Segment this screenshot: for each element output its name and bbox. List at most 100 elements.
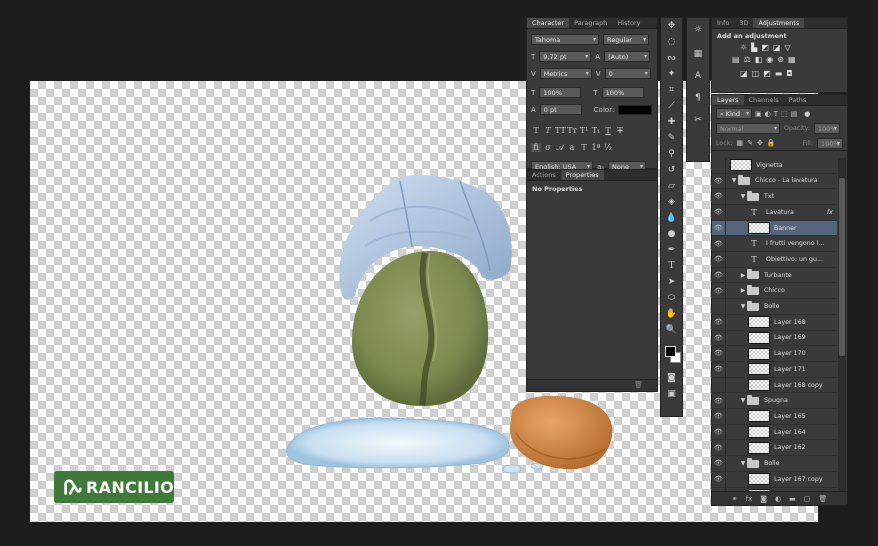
channel-mixer-icon[interactable]: ⊛ — [777, 55, 784, 64]
character-styles-icon[interactable]: A — [687, 68, 709, 84]
tool-presets-icon[interactable]: ✂ — [687, 112, 709, 128]
layer-row[interactable]: 👁 Layer 168 — [712, 315, 837, 331]
visibility-eye-icon[interactable]: 👁 — [712, 456, 726, 471]
hue-saturation-icon[interactable]: ▤ — [732, 55, 740, 64]
layer-row[interactable]: Layer 168 copy — [712, 377, 837, 394]
lock-image-icon[interactable]: ✎ — [747, 139, 753, 147]
all-caps-button[interactable]: TT — [555, 126, 566, 135]
strikethrough-button[interactable]: T — [615, 126, 625, 135]
collapsed-arrow-icon[interactable]: ▶ — [739, 272, 747, 279]
visibility-eye-icon[interactable]: 👁 — [712, 424, 726, 440]
visibility-eye-icon[interactable]: 👁 — [712, 173, 726, 189]
faux-bold-button[interactable]: T — [531, 126, 541, 135]
kerning-select[interactable]: Metrics — [539, 68, 592, 79]
old-style-button[interactable]: σ — [543, 143, 553, 152]
blur-tool-icon[interactable]: 💧 — [661, 210, 682, 226]
layer-row[interactable]: 👁 Layer 162 — [712, 440, 837, 457]
ordinals-button[interactable]: 1ª — [591, 143, 601, 152]
photo-filter-icon[interactable]: ◉ — [766, 55, 773, 64]
threshold-icon[interactable]: ◩ — [763, 69, 771, 78]
healing-brush-tool-icon[interactable]: ✚ — [661, 114, 682, 130]
screen-mode-icon[interactable]: ▣ — [661, 386, 682, 402]
layer-row[interactable]: 👁 Layer 165 — [712, 409, 837, 425]
marquee-tool-icon[interactable]: ◌ — [661, 34, 682, 50]
underline-button[interactable]: T — [603, 126, 613, 135]
paragraph-styles-icon[interactable]: ¶ — [687, 90, 709, 106]
ligatures-button[interactable]: fi — [531, 143, 541, 152]
visibility-eye-icon[interactable] — [712, 377, 726, 393]
pen-tool-icon[interactable]: ✒ — [661, 242, 682, 258]
lock-all-icon[interactable]: 🔒 — [767, 139, 776, 147]
visibility-eye-icon[interactable] — [712, 299, 726, 314]
posterize-icon[interactable]: ◫ — [752, 69, 760, 78]
add-mask-icon[interactable]: ◙ — [760, 495, 767, 503]
collapsed-arrow-icon[interactable]: ▶ — [739, 287, 747, 294]
layer-row[interactable]: 👁 T Lavatura fx — [712, 205, 837, 221]
tracking-select[interactable]: 0 — [604, 68, 651, 79]
visibility-eye-icon[interactable] — [712, 158, 726, 173]
expanded-arrow-icon[interactable]: ▼ — [739, 193, 747, 200]
layer-effects-icon[interactable]: fx — [827, 208, 833, 216]
trash-icon[interactable]: 🗑 — [634, 381, 643, 389]
layer-row[interactable]: 👁 Layer 170 — [712, 346, 837, 362]
brightness-icon[interactable]: ☼ — [687, 22, 709, 38]
paint-bucket-tool-icon[interactable]: ◈ — [661, 194, 682, 210]
visibility-eye-icon[interactable]: 👁 — [712, 346, 726, 361]
zoom-tool-icon[interactable]: 🔍 — [661, 322, 682, 338]
new-adjustment-icon[interactable]: ◐ — [775, 495, 781, 503]
move-tool-icon[interactable]: ✥ — [661, 18, 682, 34]
tab-paths[interactable]: Paths — [784, 95, 812, 105]
layer-row[interactable]: 👁 T I frutti vengono l... — [712, 236, 837, 253]
type-tool-icon[interactable]: T — [661, 258, 682, 274]
brush-tool-icon[interactable]: ✎ — [661, 130, 682, 146]
small-caps-button[interactable]: Tᴛ — [567, 126, 577, 135]
lasso-tool-icon[interactable]: ᔓ — [661, 50, 682, 66]
layer-group-row[interactable]: ▼ Bolle — [712, 299, 837, 315]
tab-properties[interactable]: Properties — [560, 170, 604, 180]
shape-tool-icon[interactable]: ⬭ — [661, 290, 682, 306]
tab-paragraph[interactable]: Paragraph — [569, 18, 612, 28]
visibility-eye-icon[interactable]: 👁 — [712, 472, 726, 487]
tab-3d[interactable]: 3D — [734, 18, 753, 28]
foreground-color-swatch[interactable] — [665, 346, 676, 357]
color-swatches[interactable] — [661, 342, 682, 370]
font-style-select[interactable]: Regular — [603, 34, 649, 45]
blend-mode-select[interactable]: Normal — [716, 123, 780, 134]
expanded-arrow-icon[interactable]: ▼ — [739, 460, 747, 467]
filter-type-icon[interactable]: T — [774, 110, 778, 118]
color-lookup-icon[interactable]: ▦ — [788, 55, 796, 64]
tab-adjustments[interactable]: Adjustments — [753, 18, 805, 28]
expanded-arrow-icon[interactable]: ▼ — [730, 177, 738, 184]
invert-icon[interactable]: ◪ — [740, 69, 748, 78]
superscript-button[interactable]: T¹ — [579, 126, 589, 135]
delete-layer-icon[interactable]: 🗑 — [818, 495, 827, 503]
image-panel-icon[interactable]: ▦ — [687, 46, 709, 62]
new-layer-icon[interactable]: ▢ — [804, 495, 811, 503]
tab-channels[interactable]: Channels — [744, 95, 784, 105]
layer-row[interactable]: 👁 T Obiettivo: un gu... — [712, 252, 837, 268]
layer-row[interactable]: 👁 Layer 169 — [712, 330, 837, 347]
visibility-eye-icon[interactable]: 👁 — [712, 252, 726, 267]
selective-color-icon[interactable]: ◘ — [786, 69, 792, 78]
horizontal-scale-input[interactable]: 100% — [601, 87, 644, 98]
history-brush-tool-icon[interactable]: ↺ — [661, 162, 682, 178]
visibility-eye-icon[interactable]: 👁 — [712, 283, 726, 299]
brightness-contrast-icon[interactable]: ☼ — [740, 43, 747, 52]
fractions-button[interactable]: ½ — [603, 143, 613, 152]
opacity-input[interactable]: 100% — [813, 123, 840, 134]
color-balance-icon[interactable]: ⚖ — [744, 55, 751, 64]
leading-input[interactable]: (Auto) — [604, 51, 651, 62]
visibility-eye-icon[interactable]: 👁 — [712, 189, 726, 204]
tab-info[interactable]: Info — [712, 18, 734, 28]
font-size-input[interactable]: 9,72 pt — [539, 51, 592, 62]
layer-group-row[interactable]: 👁 ▼ Chicco - La lavatura — [712, 173, 837, 190]
layer-row[interactable]: 👁 Layer 164 — [712, 424, 837, 441]
visibility-eye-icon[interactable]: 👁 — [712, 236, 726, 252]
tab-layers[interactable]: Layers — [712, 95, 744, 105]
filter-shape-icon[interactable]: ⬚ — [781, 110, 788, 118]
titling-button[interactable]: T — [579, 143, 589, 152]
filter-adjustment-icon[interactable]: ◐ — [765, 110, 771, 118]
layer-group-row[interactable]: 👁 ▶ Turbante — [712, 267, 837, 284]
eyedropper-tool-icon[interactable]: ⟋ — [661, 98, 682, 114]
layer-row[interactable]: Vignetta — [712, 158, 837, 174]
